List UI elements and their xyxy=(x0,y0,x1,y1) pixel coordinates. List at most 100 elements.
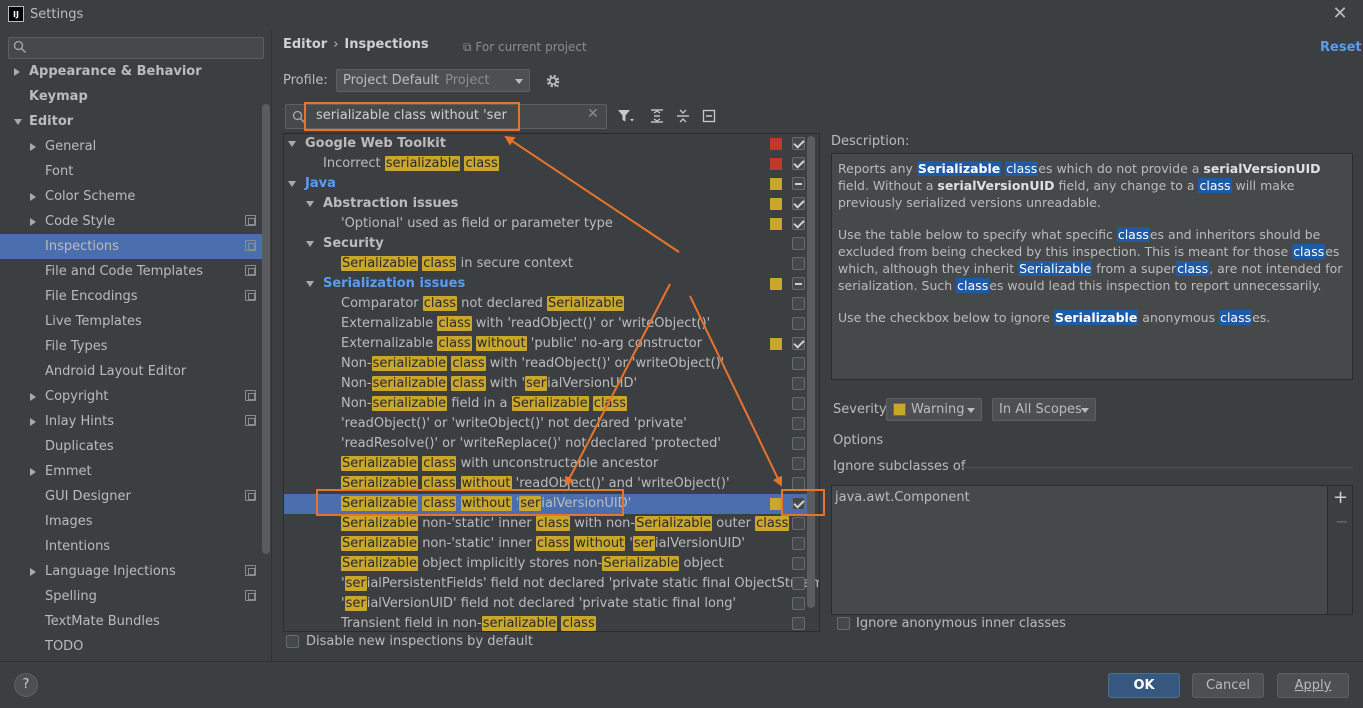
sidebar-item-todo[interactable]: TODO xyxy=(0,634,262,657)
inspection-row[interactable]: Serializable non-'static' inner class wi… xyxy=(284,514,810,534)
chevron-right-icon[interactable] xyxy=(30,218,36,226)
add-icon[interactable]: + xyxy=(1333,487,1348,508)
inspection-row[interactable]: Non-serializable field in a Serializable… xyxy=(284,394,810,414)
chevron-down-icon[interactable] xyxy=(288,141,296,147)
chevron-right-icon[interactable] xyxy=(30,468,36,476)
clear-filter-icon[interactable]: ✕ xyxy=(587,106,599,122)
sidebar-scrollbar[interactable] xyxy=(262,104,270,554)
chevron-down-icon[interactable] xyxy=(306,201,314,207)
inspection-row[interactable]: Transient field in non-serializable clas… xyxy=(284,614,810,631)
inspection-row[interactable]: 'Optional' used as field or parameter ty… xyxy=(284,214,810,234)
remove-icon[interactable]: − xyxy=(1335,512,1348,531)
inspection-enabled-checkbox[interactable] xyxy=(792,157,805,170)
inspection-enabled-checkbox[interactable] xyxy=(792,137,805,150)
inspection-enabled-checkbox[interactable] xyxy=(792,177,805,190)
expand-all-icon[interactable] xyxy=(650,108,664,124)
sidebar-item-file-and-code-templates[interactable]: File and Code Templates xyxy=(0,259,262,284)
sidebar-item-images[interactable]: Images xyxy=(0,509,262,534)
sidebar-item-language-injections[interactable]: Language Injections xyxy=(0,559,262,584)
inspection-row[interactable]: Non-serializable class with 'readObject(… xyxy=(284,354,810,374)
inspection-enabled-checkbox[interactable] xyxy=(792,397,805,410)
severity-select[interactable]: Warning xyxy=(886,398,982,421)
disable-new-inspections-checkbox[interactable] xyxy=(286,635,299,648)
inspection-enabled-checkbox[interactable] xyxy=(792,277,805,290)
close-icon[interactable]: ✕ xyxy=(1330,4,1350,24)
inspection-enabled-checkbox[interactable] xyxy=(792,617,805,630)
ok-button[interactable]: OK xyxy=(1108,673,1180,698)
inspection-enabled-checkbox[interactable] xyxy=(792,437,805,450)
chevron-right-icon[interactable] xyxy=(30,143,36,151)
sidebar-item-color-scheme[interactable]: Color Scheme xyxy=(0,184,262,209)
inspection-row[interactable]: Externalizable class with 'readObject()'… xyxy=(284,314,810,334)
sidebar-item-appearance-behavior[interactable]: Appearance & Behavior xyxy=(0,62,262,84)
chevron-down-icon[interactable] xyxy=(14,119,22,125)
inspection-enabled-checkbox[interactable] xyxy=(792,457,805,470)
ignored-classes-list[interactable]: java.awt.Component xyxy=(831,485,1328,615)
inspection-row[interactable]: Serializable non-'static' inner class wi… xyxy=(284,534,810,554)
inspection-row[interactable]: Incorrect serializable class xyxy=(284,154,810,174)
reset-link[interactable]: Reset xyxy=(1320,40,1362,55)
apply-button[interactable]: Apply xyxy=(1277,673,1349,698)
inspection-enabled-checkbox[interactable] xyxy=(792,357,805,370)
inspection-enabled-checkbox[interactable] xyxy=(792,317,805,330)
inspection-row[interactable]: Abstraction issues xyxy=(284,194,810,214)
cancel-button[interactable]: Cancel xyxy=(1192,673,1264,698)
breadcrumb-editor[interactable]: Editor xyxy=(283,37,327,52)
sidebar-item-gui-designer[interactable]: GUI Designer xyxy=(0,484,262,509)
reset-to-default-icon[interactable] xyxy=(702,108,716,124)
sidebar-item-android-layout-editor[interactable]: Android Layout Editor xyxy=(0,359,262,384)
inspection-row[interactable]: 'serialVersionUID' field not declared 'p… xyxy=(284,594,810,614)
scope-select[interactable]: In All Scopes xyxy=(992,398,1096,421)
sidebar-item-file-encodings[interactable]: File Encodings xyxy=(0,284,262,309)
inspection-row[interactable]: Security xyxy=(284,234,810,254)
inspection-row[interactable]: Comparator class not declared Serializab… xyxy=(284,294,810,314)
chevron-down-icon[interactable] xyxy=(306,241,314,247)
sidebar-item-copyright[interactable]: Copyright xyxy=(0,384,262,409)
chevron-right-icon[interactable] xyxy=(14,68,20,76)
inspection-row[interactable]: Java xyxy=(284,174,810,194)
chevron-right-icon[interactable] xyxy=(30,193,36,201)
inspection-row[interactable]: Serialization issues xyxy=(284,274,810,294)
sidebar-item-spelling[interactable]: Spelling xyxy=(0,584,262,609)
sidebar-item-inspections[interactable]: Inspections xyxy=(0,234,262,259)
sidebar-item-emmet[interactable]: Emmet xyxy=(0,459,262,484)
chevron-down-icon[interactable] xyxy=(306,281,314,287)
inspection-enabled-checkbox[interactable] xyxy=(792,557,805,570)
list-item[interactable]: java.awt.Component xyxy=(835,490,1324,505)
sidebar-item-font[interactable]: Font xyxy=(0,159,262,184)
inspection-enabled-checkbox[interactable] xyxy=(792,577,805,590)
chevron-right-icon[interactable] xyxy=(30,568,36,576)
help-icon[interactable]: ? xyxy=(14,673,38,697)
chevron-right-icon[interactable] xyxy=(30,393,36,401)
inspection-row[interactable]: Serializable class in secure context xyxy=(284,254,810,274)
collapse-all-icon[interactable] xyxy=(676,108,690,124)
inspection-row[interactable]: Non-serializable class with 'serialVersi… xyxy=(284,374,810,394)
inspection-row[interactable]: 'readResolve()' or 'writeReplace()' not … xyxy=(284,434,810,454)
inspection-enabled-checkbox[interactable] xyxy=(792,257,805,270)
sidebar-item-intentions[interactable]: Intentions xyxy=(0,534,262,559)
inspection-enabled-checkbox[interactable] xyxy=(792,237,805,250)
filter-funnel-icon[interactable] xyxy=(617,108,635,124)
sidebar-item-general[interactable]: General xyxy=(0,134,262,159)
inspection-enabled-checkbox[interactable] xyxy=(792,597,805,610)
ignore-anonymous-checkbox[interactable] xyxy=(837,617,850,630)
inspection-enabled-checkbox[interactable] xyxy=(792,337,805,350)
profile-select[interactable]: Project Default Project xyxy=(336,69,530,92)
inspection-row[interactable]: Serializable object implicitly stores no… xyxy=(284,554,810,574)
inspections-scrollbar[interactable] xyxy=(807,136,815,608)
inspection-enabled-checkbox[interactable] xyxy=(792,297,805,310)
inspection-enabled-checkbox[interactable] xyxy=(792,217,805,230)
chevron-right-icon[interactable] xyxy=(30,418,36,426)
inspection-enabled-checkbox[interactable] xyxy=(792,377,805,390)
inspection-enabled-checkbox[interactable] xyxy=(792,537,805,550)
sidebar-item-live-templates[interactable]: Live Templates xyxy=(0,309,262,334)
sidebar-item-textmate-bundles[interactable]: TextMate Bundles xyxy=(0,609,262,634)
inspection-enabled-checkbox[interactable] xyxy=(792,517,805,530)
chevron-down-icon[interactable] xyxy=(288,181,296,187)
inspection-enabled-checkbox[interactable] xyxy=(792,197,805,210)
gear-icon[interactable] xyxy=(545,73,561,89)
settings-search-input[interactable] xyxy=(8,37,264,59)
inspection-row[interactable]: Externalizable class without 'public' no… xyxy=(284,334,810,354)
sidebar-item-keymap[interactable]: Keymap xyxy=(0,84,262,109)
inspection-row[interactable]: Serializable class with unconstructable … xyxy=(284,454,810,474)
